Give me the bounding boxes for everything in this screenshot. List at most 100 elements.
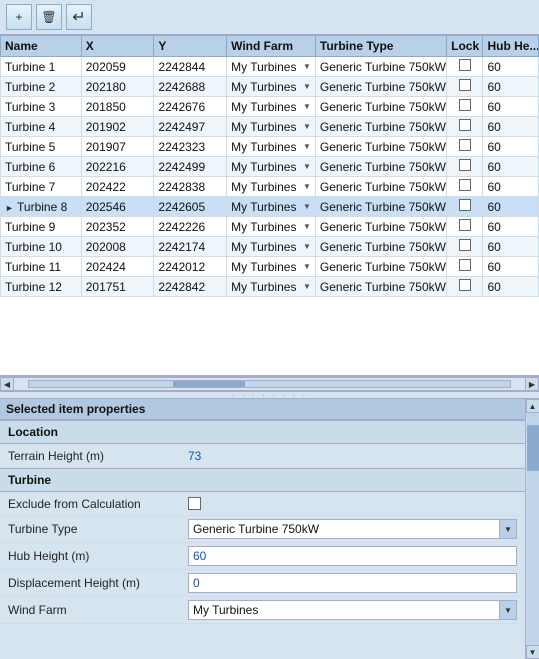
v-scroll-down-arrow[interactable]: ▼	[526, 645, 539, 659]
cell-lock[interactable]	[447, 97, 483, 117]
cell-hub-height: 60	[483, 197, 539, 217]
cell-x: 202546	[81, 197, 154, 217]
terrain-height-label: Terrain Height (m)	[8, 449, 188, 463]
cell-turbine-type: Generic Turbine 750kW▼	[315, 177, 446, 197]
exclude-label: Exclude from Calculation	[8, 497, 188, 511]
lock-checkbox[interactable]	[459, 219, 471, 231]
v-scrollbar[interactable]: ▲ ▼	[525, 399, 539, 659]
cell-y: 2242174	[154, 237, 227, 257]
table-row[interactable]: Turbine 42019022242497My Turbines▼Generi…	[1, 117, 539, 137]
col-header-tt: Turbine Type	[315, 36, 446, 57]
cell-lock[interactable]	[447, 197, 483, 217]
export-button[interactable]: ↵	[66, 4, 92, 30]
cell-lock[interactable]	[447, 57, 483, 77]
scroll-right-arrow[interactable]: ▶	[525, 377, 539, 391]
col-header-name: Name	[1, 36, 82, 57]
lock-checkbox[interactable]	[459, 79, 471, 91]
cell-wind-farm: My Turbines▼	[227, 217, 316, 237]
lock-checkbox[interactable]	[459, 159, 471, 171]
table-row[interactable]: Turbine 102020082242174My Turbines▼Gener…	[1, 237, 539, 257]
lock-checkbox[interactable]	[459, 119, 471, 131]
lock-checkbox[interactable]	[459, 279, 471, 291]
cell-hub-height: 60	[483, 217, 539, 237]
cell-x: 202352	[81, 217, 154, 237]
wf-dropdown-arrow: ▼	[303, 62, 311, 71]
lock-checkbox[interactable]	[459, 259, 471, 271]
cell-hub-height: 60	[483, 257, 539, 277]
cell-wind-farm: My Turbines▼	[227, 117, 316, 137]
terrain-height-value: 73	[188, 449, 517, 463]
cell-y: 2242688	[154, 77, 227, 97]
table-row[interactable]: Turbine 52019072242323My Turbines▼Generi…	[1, 137, 539, 157]
exclude-checkbox[interactable]	[188, 497, 201, 510]
cell-lock[interactable]	[447, 157, 483, 177]
properties-header: Selected item properties	[0, 399, 539, 420]
hub-height-input[interactable]	[188, 546, 517, 566]
scroll-left-arrow[interactable]: ◀	[0, 377, 14, 391]
cell-y: 2242838	[154, 177, 227, 197]
wf-dropdown-arrow: ▼	[303, 102, 311, 111]
turbine-type-select[interactable]: Generic Turbine 750kW	[188, 519, 517, 539]
cell-hub-height: 60	[483, 57, 539, 77]
cell-wind-farm: My Turbines▼	[227, 277, 316, 297]
table-row[interactable]: Turbine 12020592242844My Turbines▼Generi…	[1, 57, 539, 77]
v-scroll-track[interactable]	[527, 413, 539, 645]
cell-turbine-type: Generic Turbine 750kW▼	[315, 137, 446, 157]
cell-lock[interactable]	[447, 117, 483, 137]
resize-handle[interactable]: · · · · · · · ·	[0, 391, 539, 399]
cell-lock[interactable]	[447, 217, 483, 237]
lock-checkbox[interactable]	[459, 59, 471, 71]
table-row[interactable]: Turbine 22021802242688My Turbines▼Generi…	[1, 77, 539, 97]
v-scroll-up-arrow[interactable]: ▲	[526, 399, 539, 413]
add-icon: +	[15, 10, 22, 24]
table-row[interactable]: Turbine 62022162242499My Turbines▼Generi…	[1, 157, 539, 177]
lock-checkbox[interactable]	[459, 99, 471, 111]
cell-x: 202008	[81, 237, 154, 257]
cell-name: Turbine 12	[1, 277, 82, 297]
cell-hub-height: 60	[483, 177, 539, 197]
cell-y: 2242844	[154, 57, 227, 77]
table-row[interactable]: Turbine 32018502242676My Turbines▼Generi…	[1, 97, 539, 117]
table-row[interactable]: ► Turbine 82025462242605My Turbines▼Gene…	[1, 197, 539, 217]
add-button[interactable]: +	[6, 4, 32, 30]
lock-checkbox[interactable]	[459, 239, 471, 251]
turbine-label: Turbine	[8, 473, 51, 487]
lock-checkbox[interactable]	[459, 199, 471, 211]
h-scrollbar[interactable]: ◀ ▶	[0, 377, 539, 391]
cell-lock[interactable]	[447, 177, 483, 197]
cell-lock[interactable]	[447, 237, 483, 257]
properties-body[interactable]: Location Terrain Height (m) 73 Turbine E…	[0, 420, 539, 658]
cell-turbine-type: Generic Turbine 750kW▼	[315, 277, 446, 297]
cell-lock[interactable]	[447, 257, 483, 277]
turbine-type-row: Turbine Type Generic Turbine 750kW ▼	[0, 516, 525, 543]
table-row[interactable]: Turbine 72024222242838My Turbines▼Generi…	[1, 177, 539, 197]
lock-checkbox[interactable]	[459, 139, 471, 151]
wf-dropdown-arrow: ▼	[303, 282, 311, 291]
wind-farm-select[interactable]: My Turbines	[188, 600, 517, 620]
delete-button[interactable]: 🗑	[36, 4, 62, 30]
displacement-input[interactable]	[188, 573, 517, 593]
cell-hub-height: 60	[483, 117, 539, 137]
cell-lock[interactable]	[447, 77, 483, 97]
table-row[interactable]: Turbine 92023522242226My Turbines▼Generi…	[1, 217, 539, 237]
cell-wind-farm: My Turbines▼	[227, 197, 316, 217]
export-icon: ↵	[72, 7, 85, 27]
cell-lock[interactable]	[447, 277, 483, 297]
displacement-row: Displacement Height (m)	[0, 570, 525, 597]
lock-checkbox[interactable]	[459, 179, 471, 191]
cell-wind-farm: My Turbines▼	[227, 177, 316, 197]
wind-farm-label: Wind Farm	[8, 603, 188, 617]
h-scrollbar-track[interactable]	[28, 380, 511, 388]
location-label: Location	[8, 425, 58, 439]
cell-hub-height: 60	[483, 97, 539, 117]
table-row[interactable]: Turbine 122017512242842My Turbines▼Gener…	[1, 277, 539, 297]
wf-dropdown-arrow: ▼	[303, 262, 311, 271]
cell-name: Turbine 6	[1, 157, 82, 177]
cell-lock[interactable]	[447, 137, 483, 157]
cell-y: 2242497	[154, 117, 227, 137]
cell-turbine-type: Generic Turbine 750kW▼	[315, 157, 446, 177]
cell-name: Turbine 11	[1, 257, 82, 277]
table-row[interactable]: Turbine 112024242242012My Turbines▼Gener…	[1, 257, 539, 277]
delete-icon: 🗑	[41, 10, 56, 24]
cell-x: 201850	[81, 97, 154, 117]
